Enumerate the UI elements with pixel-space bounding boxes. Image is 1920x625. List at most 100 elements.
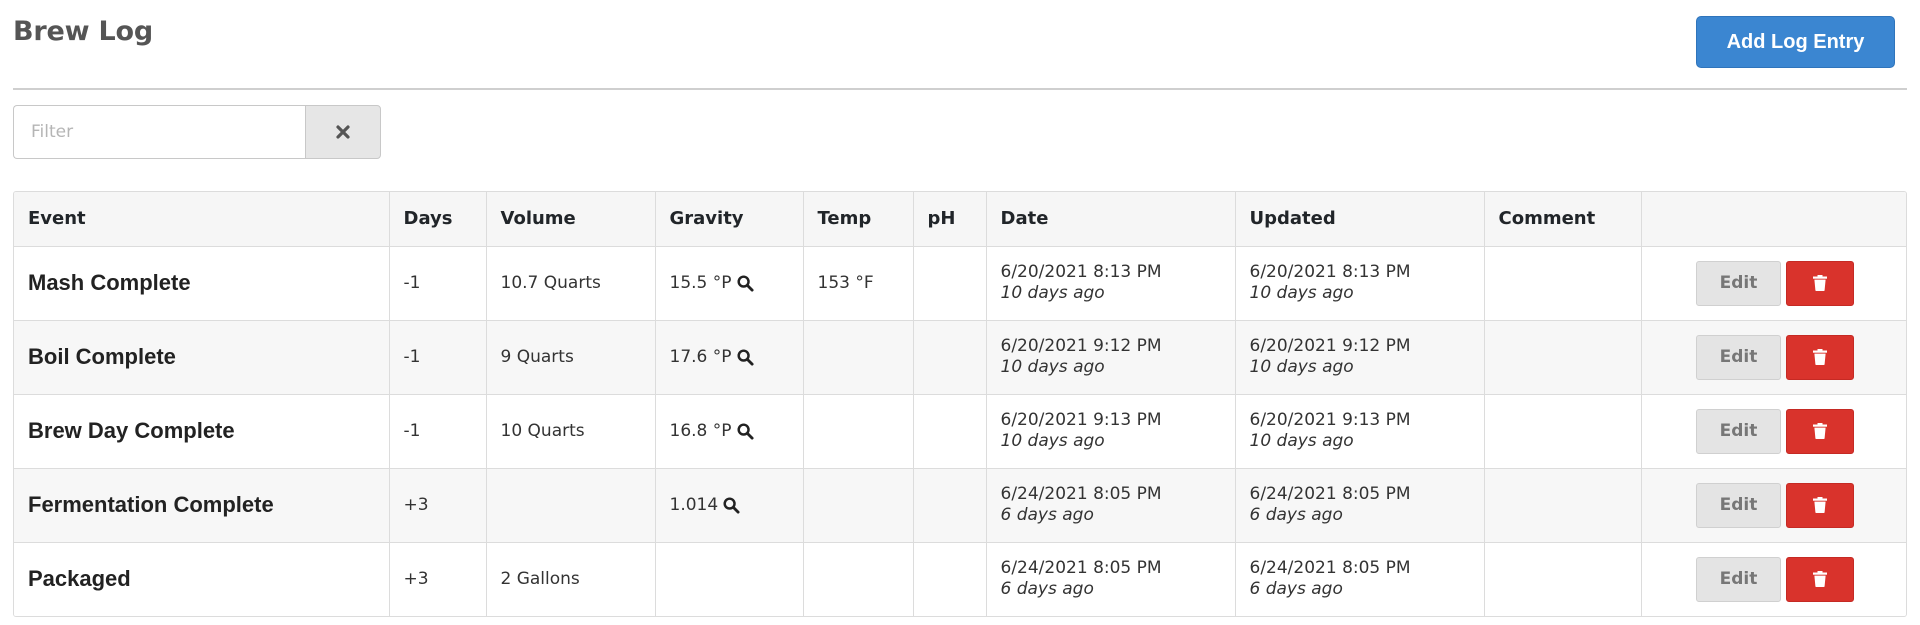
comment-cell bbox=[1484, 394, 1642, 469]
filter-input[interactable] bbox=[13, 105, 305, 159]
gravity-cell: 1.014 bbox=[655, 468, 804, 543]
date-relative: 10 days ago bbox=[1000, 357, 1105, 377]
filter-group bbox=[13, 105, 381, 159]
days-cell: -1 bbox=[389, 394, 487, 469]
edit-button[interactable]: Edit bbox=[1696, 556, 1781, 602]
temp-cell bbox=[803, 542, 914, 616]
table-body: Mash Complete -1 10.7 Quarts 15.5 °P 153… bbox=[14, 246, 1906, 616]
actions-cell: Edit bbox=[1641, 542, 1906, 616]
page-title: Brew Log bbox=[13, 16, 154, 47]
temp-cell bbox=[803, 320, 914, 395]
volume-cell: 10.7 Quarts bbox=[486, 246, 656, 321]
add-log-entry-button[interactable]: Add Log Entry bbox=[1696, 16, 1895, 68]
updated-relative: 6 days ago bbox=[1249, 579, 1343, 600]
brew-log-table: Event Days Volume Gravity Temp pH Date U… bbox=[13, 191, 1907, 617]
comment-cell bbox=[1484, 320, 1642, 395]
ph-cell bbox=[913, 320, 987, 395]
table-row: Packaged +3 2 Gallons 6/24/2021 8:05 PM … bbox=[14, 542, 1906, 616]
date-cell: 6/20/2021 9:13 PM 10 days ago bbox=[986, 394, 1236, 469]
delete-button[interactable] bbox=[1786, 334, 1854, 380]
table-row: Brew Day Complete -1 10 Quarts 16.8 °P 6… bbox=[14, 394, 1906, 469]
gravity-cell: 16.8 °P bbox=[655, 394, 804, 469]
edit-button[interactable]: Edit bbox=[1696, 334, 1781, 380]
magnifier-icon[interactable] bbox=[736, 422, 754, 440]
date-value: 6/20/2021 8:13 PM bbox=[1000, 262, 1162, 282]
event-cell: Fermentation Complete bbox=[14, 468, 390, 543]
column-header-comment[interactable]: Comment bbox=[1484, 192, 1642, 247]
clear-filter-button[interactable] bbox=[305, 105, 381, 159]
updated-cell: 6/24/2021 8:05 PM 6 days ago bbox=[1235, 468, 1485, 543]
edit-button[interactable]: Edit bbox=[1696, 260, 1781, 306]
column-header-temp[interactable]: Temp bbox=[803, 192, 914, 247]
column-header-days[interactable]: Days bbox=[389, 192, 487, 247]
days-cell: -1 bbox=[389, 246, 487, 321]
ph-cell bbox=[913, 246, 987, 321]
updated-value: 6/20/2021 9:12 PM bbox=[1249, 336, 1411, 356]
column-header-event[interactable]: Event bbox=[14, 192, 390, 247]
volume-cell: 2 Gallons bbox=[486, 542, 656, 616]
column-header-ph[interactable]: pH bbox=[913, 192, 987, 247]
column-header-date[interactable]: Date bbox=[986, 192, 1236, 247]
trash-icon bbox=[1813, 497, 1827, 513]
updated-cell: 6/20/2021 9:13 PM 10 days ago bbox=[1235, 394, 1485, 469]
date-cell: 6/24/2021 8:05 PM 6 days ago bbox=[986, 468, 1236, 543]
magnifier-icon[interactable] bbox=[736, 348, 754, 366]
date-relative: 6 days ago bbox=[1000, 505, 1094, 525]
updated-relative: 10 days ago bbox=[1249, 431, 1354, 451]
date-value: 6/20/2021 9:12 PM bbox=[1000, 336, 1162, 356]
event-cell: Packaged bbox=[14, 542, 390, 616]
delete-button[interactable] bbox=[1786, 482, 1854, 528]
updated-relative: 6 days ago bbox=[1249, 505, 1343, 525]
trash-icon bbox=[1813, 349, 1827, 365]
updated-cell: 6/20/2021 9:12 PM 10 days ago bbox=[1235, 320, 1485, 395]
days-cell: -1 bbox=[389, 320, 487, 395]
gravity-group: 15.5 °P bbox=[670, 273, 754, 293]
date-relative: 10 days ago bbox=[1000, 283, 1105, 303]
days-cell: +3 bbox=[389, 542, 487, 616]
actions-cell: Edit bbox=[1641, 246, 1906, 321]
column-header-updated[interactable]: Updated bbox=[1235, 192, 1485, 247]
date-value: 6/20/2021 9:13 PM bbox=[1000, 410, 1162, 430]
volume-cell bbox=[486, 468, 656, 543]
column-header-gravity[interactable]: Gravity bbox=[655, 192, 804, 247]
gravity-value: 17.6 °P bbox=[669, 347, 732, 367]
event-cell: Boil Complete bbox=[14, 320, 390, 395]
actions-cell: Edit bbox=[1641, 468, 1906, 543]
date-relative: 10 days ago bbox=[1000, 431, 1105, 451]
comment-cell bbox=[1484, 542, 1642, 616]
edit-button[interactable]: Edit bbox=[1696, 408, 1781, 454]
date-value: 6/24/2021 8:05 PM bbox=[1000, 558, 1162, 579]
updated-value: 6/20/2021 8:13 PM bbox=[1249, 262, 1411, 282]
gravity-group: 16.8 °P bbox=[670, 421, 754, 441]
header-divider bbox=[13, 88, 1907, 90]
event-cell: Brew Day Complete bbox=[14, 394, 390, 469]
actions-cell: Edit bbox=[1641, 320, 1906, 395]
table-header-row: Event Days Volume Gravity Temp pH Date U… bbox=[14, 192, 1906, 247]
gravity-group: 17.6 °P bbox=[670, 347, 754, 367]
ph-cell bbox=[913, 394, 987, 469]
volume-cell: 9 Quarts bbox=[486, 320, 656, 395]
gravity-cell: 17.6 °P bbox=[655, 320, 804, 395]
ph-cell bbox=[913, 542, 987, 616]
table-row: Boil Complete -1 9 Quarts 17.6 °P 6/20/2… bbox=[14, 320, 1906, 395]
delete-button[interactable] bbox=[1786, 260, 1854, 306]
times-icon bbox=[336, 125, 350, 139]
date-cell: 6/20/2021 8:13 PM 10 days ago bbox=[986, 246, 1236, 321]
gravity-value: 1.014 bbox=[669, 495, 719, 515]
date-relative: 6 days ago bbox=[1000, 579, 1094, 600]
delete-button[interactable] bbox=[1786, 556, 1854, 602]
column-header-volume[interactable]: Volume bbox=[486, 192, 656, 247]
actions-cell: Edit bbox=[1641, 394, 1906, 469]
table-row: Mash Complete -1 10.7 Quarts 15.5 °P 153… bbox=[14, 246, 1906, 321]
delete-button[interactable] bbox=[1786, 408, 1854, 454]
comment-cell bbox=[1484, 246, 1642, 321]
magnifier-icon[interactable] bbox=[736, 274, 754, 292]
magnifier-icon[interactable] bbox=[723, 496, 740, 514]
volume-cell: 10 Quarts bbox=[486, 394, 656, 469]
edit-button[interactable]: Edit bbox=[1696, 482, 1781, 528]
gravity-group: 1.014 bbox=[670, 495, 741, 515]
date-cell: 6/24/2021 8:05 PM 6 days ago bbox=[986, 542, 1236, 616]
event-cell: Mash Complete bbox=[14, 246, 390, 321]
comment-cell bbox=[1484, 468, 1642, 543]
temp-cell: 153 °F bbox=[803, 246, 914, 321]
